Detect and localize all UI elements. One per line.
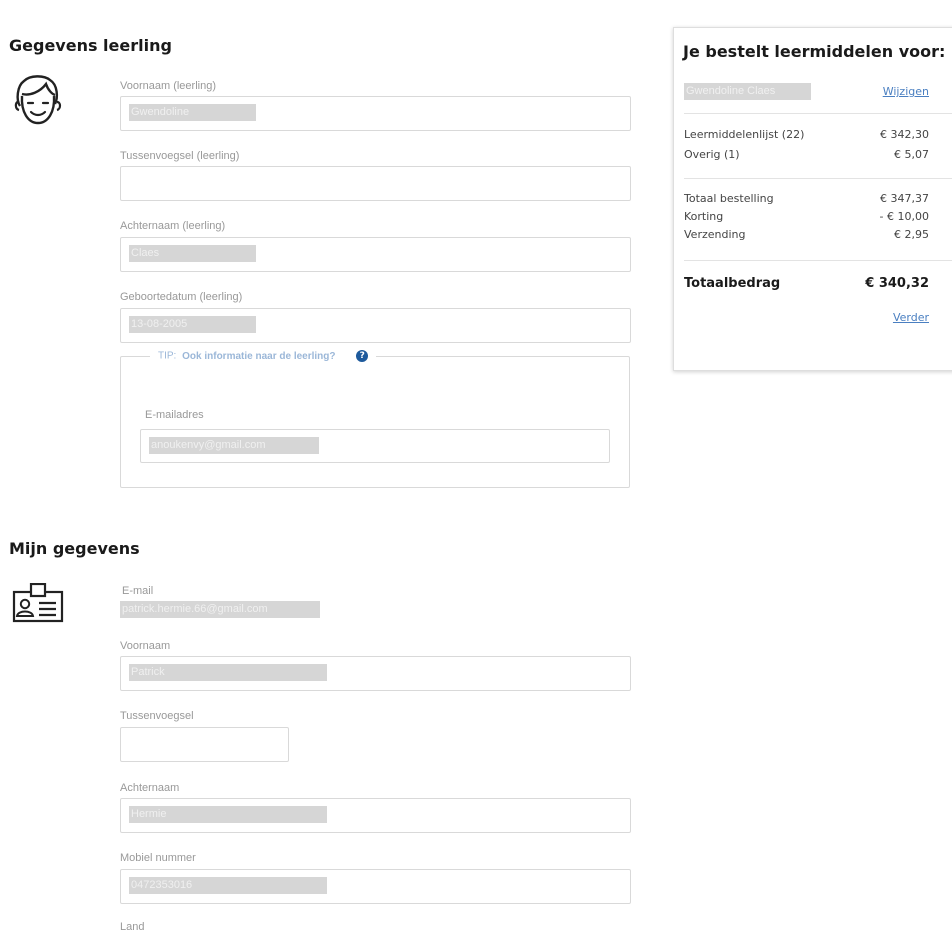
- mine-first-name-value: Patrick: [129, 664, 327, 681]
- other-label: Overig (1): [684, 148, 740, 161]
- order-summary-card: Je bestelt leermiddelen voor: Gwendoline…: [673, 27, 952, 371]
- summary-student-name: Gwendoline Claes: [684, 83, 811, 100]
- student-last-name-field[interactable]: Claes: [120, 237, 631, 272]
- tip-prefix: TIP:: [158, 350, 177, 362]
- order-total-label: Totaal bestelling: [684, 192, 774, 205]
- tip-legend: TIP: Ook informatie naar de leerling? ?: [150, 350, 377, 362]
- discount-value: - € 10,00: [879, 210, 929, 223]
- student-last-name-value: Claes: [129, 245, 256, 262]
- discount-label: Korting: [684, 210, 724, 223]
- student-section-title: Gegevens leerling: [9, 36, 172, 55]
- list-value: € 342,30: [880, 128, 929, 141]
- student-email-field[interactable]: anoukenvy@gmail.com: [140, 429, 610, 463]
- order-total-value: € 347,37: [880, 192, 929, 205]
- mine-mobile-label: Mobiel nummer: [120, 852, 196, 864]
- mine-email-label: E-mail: [122, 585, 154, 597]
- mine-infix-label: Tussenvoegsel: [120, 710, 194, 722]
- mine-country-label: Land: [120, 921, 145, 933]
- student-first-name-label: Voornaam (leerling): [120, 80, 216, 92]
- summary-divider-1: [684, 113, 952, 114]
- mine-last-name-value: Hermie: [129, 806, 327, 823]
- mine-section-title: Mijn gegevens: [9, 539, 140, 558]
- student-first-name-value: Gwendoline: [129, 104, 256, 121]
- student-infix-field[interactable]: [120, 166, 631, 201]
- student-birthdate-value: 13-08-2005: [129, 316, 256, 333]
- shipping-value: € 2,95: [894, 228, 929, 241]
- student-birthdate-field[interactable]: 13-08-2005: [120, 308, 631, 343]
- face-icon: [10, 70, 66, 130]
- grand-total-value: € 340,32: [865, 276, 929, 291]
- student-email-label: E-mailadres: [145, 409, 204, 421]
- student-first-name-field[interactable]: Gwendoline: [120, 96, 631, 131]
- mine-last-name-label: Achternaam: [120, 782, 180, 794]
- summary-title: Je bestelt leermiddelen voor:: [683, 42, 946, 61]
- list-label: Leermiddelenlijst (22): [684, 128, 805, 141]
- student-birthdate-label: Geboortedatum (leerling): [120, 291, 243, 303]
- id-card-icon: [12, 582, 64, 623]
- mine-first-name-field[interactable]: Patrick: [120, 656, 631, 691]
- next-link[interactable]: Verder: [893, 311, 929, 324]
- summary-divider-3: [684, 260, 952, 261]
- mine-first-name-label: Voornaam: [120, 640, 171, 652]
- mine-last-name-field[interactable]: Hermie: [120, 798, 631, 833]
- mine-mobile-value: 0472353016: [129, 877, 327, 894]
- tip-fieldset: [120, 356, 630, 488]
- student-email-value: anoukenvy@gmail.com: [149, 437, 319, 454]
- mine-email-value: patrick.hermie.66@gmail.com: [120, 601, 320, 618]
- mine-mobile-field[interactable]: 0472353016: [120, 869, 631, 904]
- other-value: € 5,07: [894, 148, 929, 161]
- shipping-label: Verzending: [684, 228, 746, 241]
- mine-infix-field[interactable]: [120, 727, 289, 762]
- summary-divider-2: [684, 178, 952, 179]
- help-icon[interactable]: ?: [356, 350, 369, 362]
- grand-total-label: Totaalbedrag: [684, 276, 781, 291]
- tip-link[interactable]: Ook informatie naar de leerling?: [182, 351, 335, 362]
- student-last-name-label: Achternaam (leerling): [120, 220, 226, 232]
- student-infix-label: Tussenvoegsel (leerling): [120, 150, 240, 162]
- change-student-link[interactable]: Wijzigen: [883, 85, 929, 98]
